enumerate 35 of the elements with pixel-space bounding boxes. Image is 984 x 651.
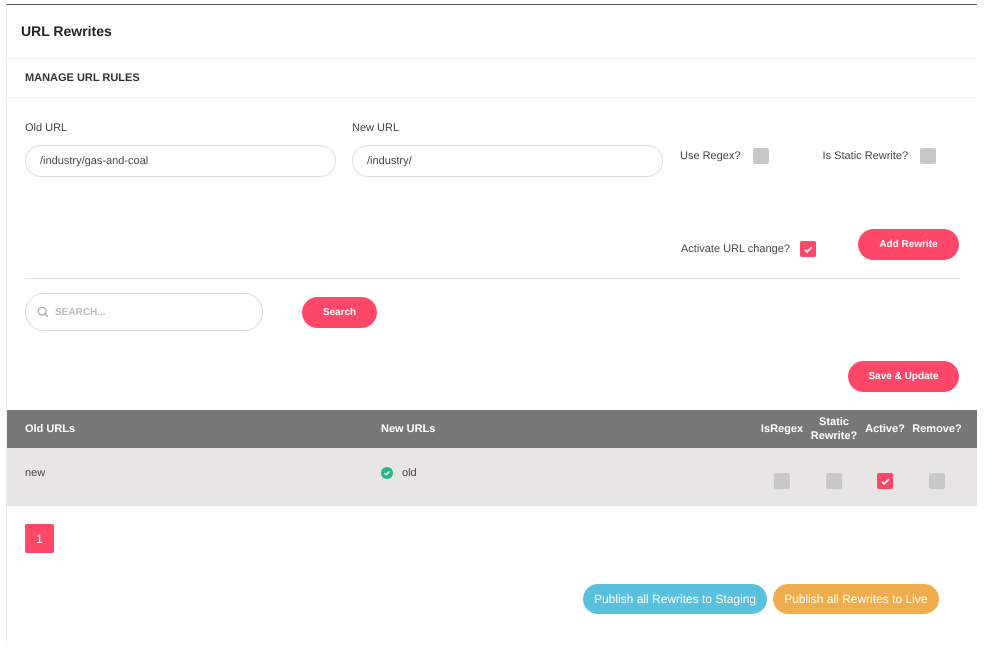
search-field[interactable]: SEARCH... [25, 293, 263, 331]
column-header: Static Rewrite? [810, 415, 858, 443]
column-header: IsRegex [760, 422, 804, 436]
activate-checkbox[interactable] [800, 241, 816, 257]
page-button[interactable]: 1 [25, 524, 54, 553]
row-checkbox[interactable] [826, 473, 842, 489]
add-rewrite-button[interactable]: Add Rewrite [858, 228, 959, 260]
column-header: Old URLs [25, 422, 76, 437]
row-checkbox[interactable] [774, 473, 790, 489]
remove-checkbox[interactable] [929, 473, 945, 489]
field-label: Old URL [25, 121, 68, 136]
checkbox-label: Use Regex? [680, 149, 741, 164]
field-label: New URL [352, 121, 400, 136]
search-button[interactable]: Search [302, 296, 377, 328]
check-circle-icon [381, 467, 393, 479]
table-cell-text: new [25, 466, 46, 481]
regex-checkbox[interactable] [752, 148, 769, 164]
url-input[interactable]: /industry/gas-and-coal [25, 144, 336, 176]
column-header: Remove? [912, 422, 962, 436]
save-update-button[interactable]: Save & Update [848, 361, 959, 392]
checkbox-label: Activate URL change? [680, 242, 790, 257]
publish-staging-button[interactable]: Publish all Rewrites to Staging [583, 584, 768, 614]
column-header: Active? [865, 422, 905, 436]
column-header: New URLs [381, 422, 436, 437]
checkbox-label: Is Static Rewrite? [822, 149, 908, 164]
search-icon [37, 306, 49, 318]
table-cell-text: old [402, 466, 417, 481]
check-icon [880, 476, 890, 486]
url-input[interactable]: /industry/ [352, 144, 663, 176]
static-checkbox[interactable] [920, 148, 936, 164]
row-checkbox[interactable] [877, 473, 893, 489]
section-title: MANAGE URL RULES [25, 70, 140, 86]
publish-live-button[interactable]: Publish all Rewrites to Live [773, 584, 938, 614]
page-title: URL Rewrites [21, 22, 112, 41]
check-icon [802, 244, 814, 254]
